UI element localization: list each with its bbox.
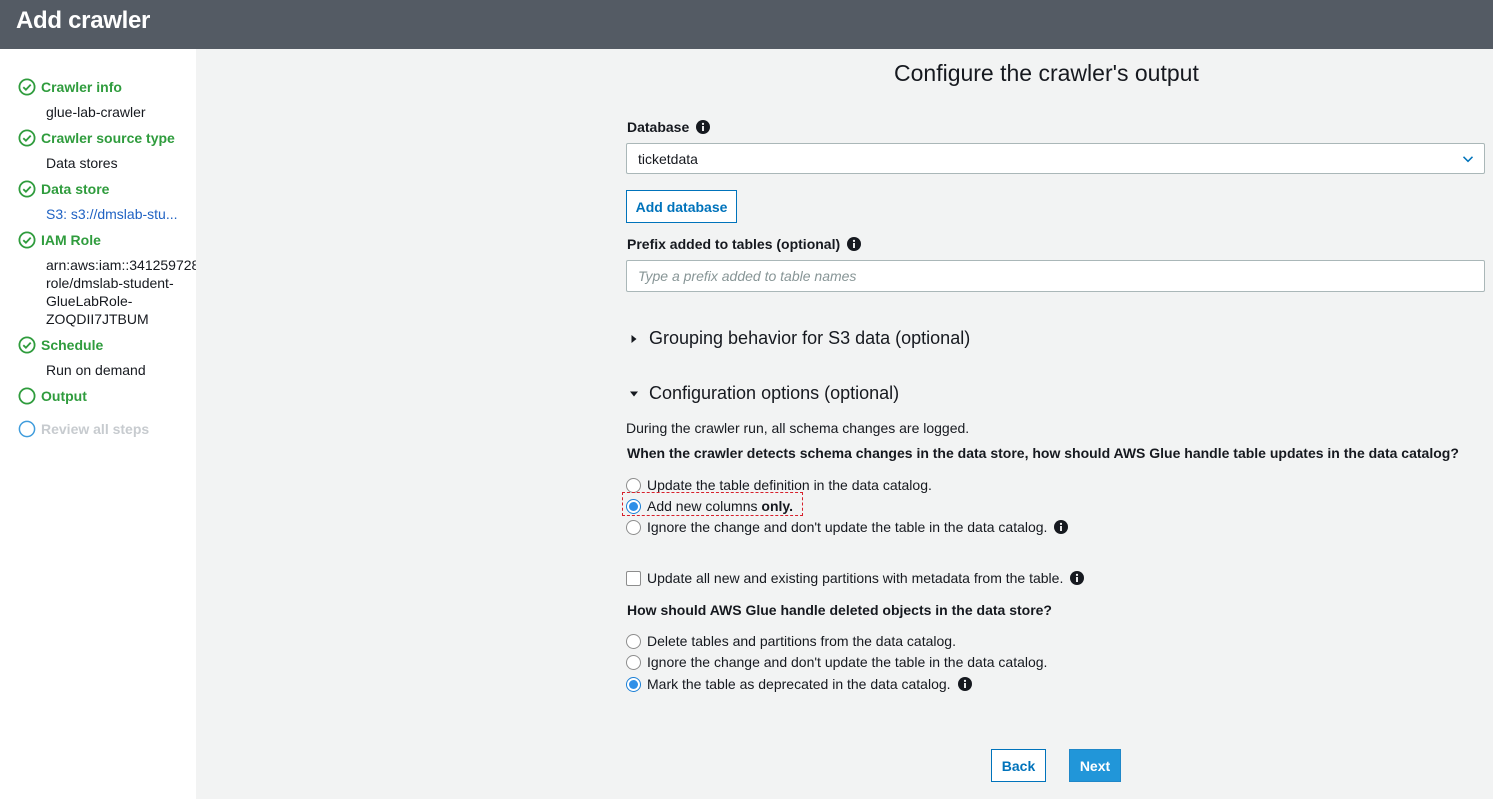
- schema-option-add-new-columns[interactable]: Add new columns only.: [626, 498, 793, 514]
- configuration-options-toggle[interactable]: Configuration options (optional): [629, 383, 899, 404]
- radio-button-selected[interactable]: [626, 676, 641, 692]
- deleted-objects-question: How should AWS Glue handle deleted objec…: [627, 602, 1052, 618]
- add-database-button[interactable]: Add database: [626, 190, 737, 223]
- main-content: Configure the crawler's output Database …: [196, 49, 1493, 799]
- step-label: IAM Role: [41, 232, 101, 248]
- deleted-option-ignore-change[interactable]: Ignore the change and don't update the t…: [626, 654, 1047, 670]
- step-label: Schedule: [41, 337, 104, 353]
- section-title: Grouping behavior for S3 data (optional): [649, 328, 971, 348]
- next-button[interactable]: Next: [1069, 749, 1121, 782]
- step-schedule[interactable]: Schedule: [18, 336, 103, 354]
- step-label: Review all steps: [41, 421, 150, 437]
- database-select[interactable]: ticketdata: [626, 143, 1485, 174]
- schema-option-update-definition[interactable]: Update the table definition in the data …: [626, 477, 932, 493]
- step-value-line: ZOQDII7JTBUM: [46, 311, 149, 327]
- radio-label: Delete tables and partitions from the da…: [647, 633, 956, 649]
- radio-label-text: Add new columns: [647, 498, 762, 514]
- schema-option-ignore-change[interactable]: Ignore the change and don't update the t…: [626, 519, 1069, 535]
- radio-label-bold: only.: [761, 498, 794, 514]
- prefix-label: Prefix added to tables (optional): [627, 236, 862, 252]
- schema-question: When the crawler detects schema changes …: [627, 445, 1459, 461]
- step-iam-role[interactable]: IAM Role: [18, 231, 101, 249]
- step-value: glue-lab-crawler: [46, 104, 146, 120]
- data-store-link[interactable]: S3: s3://dmslab-stu...: [46, 205, 178, 223]
- step-value: Run on demand: [46, 362, 146, 378]
- step-crawler-info[interactable]: Crawler info: [18, 78, 122, 96]
- page-title: Configure the crawler's output: [894, 60, 1199, 86]
- checkbox[interactable]: [626, 570, 641, 586]
- step-label: Data store: [41, 181, 110, 197]
- step-data-store[interactable]: Data store: [18, 180, 109, 198]
- step-label: Output: [41, 388, 87, 404]
- config-note: During the crawler run, all schema chang…: [626, 420, 970, 436]
- radio-label: Ignore the change and don't update the t…: [647, 654, 1048, 670]
- radio-button[interactable]: [626, 633, 641, 649]
- deleted-option-mark-deprecated[interactable]: Mark the table as deprecated in the data…: [626, 676, 972, 692]
- radio-button[interactable]: [626, 477, 641, 493]
- database-label: Database: [627, 119, 711, 135]
- info-icon[interactable]: [1070, 571, 1085, 585]
- database-select-value: ticketdata: [638, 151, 698, 167]
- step-label: Crawler info: [41, 79, 122, 95]
- empty-circle-icon: [18, 420, 36, 438]
- step-output[interactable]: Output: [18, 387, 87, 405]
- database-label-text: Database: [627, 119, 690, 135]
- radio-button[interactable]: [626, 654, 641, 670]
- deleted-option-delete-tables[interactable]: Delete tables and partitions from the da…: [626, 633, 956, 649]
- empty-circle-icon: [18, 387, 36, 405]
- update-partitions-checkbox-row[interactable]: Update all new and existing partitions w…: [626, 570, 1085, 586]
- prefix-input[interactable]: [626, 260, 1485, 292]
- check-circle-icon: [18, 180, 36, 198]
- grouping-behavior-toggle[interactable]: Grouping behavior for S3 data (optional): [629, 328, 970, 349]
- page-header: Add crawler: [0, 0, 1493, 49]
- checkbox-label: Update all new and existing partitions w…: [647, 570, 1064, 586]
- chevron-down-icon: [1462, 156, 1474, 163]
- prefix-label-text: Prefix added to tables (optional): [627, 236, 841, 252]
- check-circle-icon: [18, 78, 36, 96]
- radio-button-selected[interactable]: [626, 498, 641, 514]
- step-review-all-steps: Review all steps: [18, 420, 149, 438]
- info-icon[interactable]: [957, 677, 972, 691]
- radio-label: Update the table definition in the data …: [647, 477, 932, 493]
- caret-right-icon: [631, 334, 637, 343]
- step-label: Crawler source type: [41, 130, 175, 146]
- back-button[interactable]: Back: [991, 749, 1046, 782]
- check-circle-icon: [18, 129, 36, 147]
- check-circle-icon: [18, 231, 36, 249]
- caret-down-icon: [630, 391, 638, 396]
- radio-label: Ignore the change and don't update the t…: [647, 519, 1048, 535]
- info-icon[interactable]: [1054, 520, 1069, 534]
- step-value-line: role/dmslab-student-: [46, 275, 174, 291]
- step-crawler-source-type[interactable]: Crawler source type: [18, 129, 175, 147]
- radio-button[interactable]: [626, 519, 641, 535]
- info-icon[interactable]: [696, 120, 711, 134]
- step-value: Data stores: [46, 155, 118, 171]
- check-circle-icon: [18, 336, 36, 354]
- step-value-line: GlueLabRole-: [46, 293, 133, 309]
- info-icon[interactable]: [847, 237, 862, 251]
- wizard-sidebar: Crawler info glue-lab-crawler Crawler so…: [0, 49, 303, 799]
- radio-label: Add new columns only.: [647, 498, 793, 514]
- radio-label: Mark the table as deprecated in the data…: [647, 676, 951, 692]
- section-title: Configuration options (optional): [649, 383, 900, 403]
- page-title-header: Add crawler: [16, 7, 151, 34]
